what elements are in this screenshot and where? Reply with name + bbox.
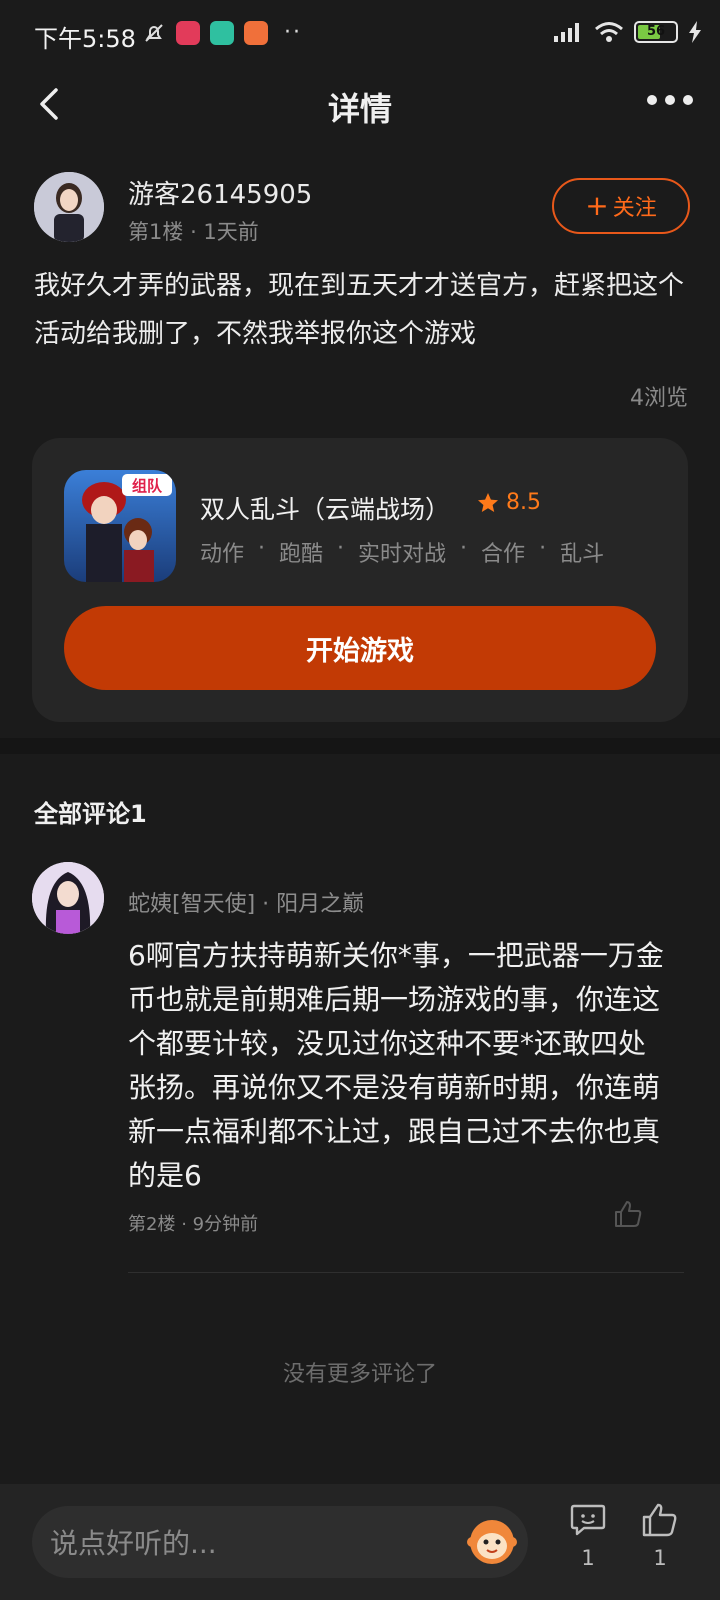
page-title: 详情: [327, 90, 392, 128]
follow-button[interactable]: + 关注: [552, 178, 690, 234]
app-icon-orange: [244, 20, 268, 45]
comment-text: 6啊官方扶持萌新关你*事，一把武器一万金币也就是前期难后期一场游戏的事，你连这个…: [128, 939, 664, 1192]
start-game-button[interactable]: 开始游戏: [64, 606, 656, 690]
post-author-name[interactable]: 游客26145905: [128, 174, 312, 211]
like-action[interactable]: 1: [638, 1502, 682, 1570]
hd-signal-icon: [554, 23, 579, 42]
comment-icon: [570, 1504, 606, 1536]
meta-separator: ·: [181, 1214, 193, 1235]
comment-meta: 第2楼 · 9分钟前: [128, 1210, 258, 1236]
comments-title: 全部评论1: [34, 800, 147, 828]
mascot-emoji-icon[interactable]: [464, 1512, 520, 1568]
battery-icon: 56: [634, 21, 678, 43]
commenter-avatar[interactable]: [32, 862, 104, 934]
post-author-avatar[interactable]: [34, 172, 104, 242]
bell-off-icon: [145, 23, 163, 42]
game-tag: 乱斗: [560, 542, 605, 567]
comment-like-icon[interactable]: [612, 1198, 644, 1230]
status-system-icons: 56: [550, 20, 702, 44]
comment-input[interactable]: 说点好听的...: [32, 1506, 528, 1578]
game-name[interactable]: 双人乱斗（云端战场）: [200, 490, 450, 526]
app-icon-green: [210, 20, 234, 45]
comment-count: 1: [581, 1546, 595, 1570]
tag-separator: ·: [258, 536, 266, 561]
follow-label: 关注: [612, 196, 657, 221]
view-count: 4浏览: [630, 386, 688, 411]
comment-divider: [128, 1272, 684, 1273]
game-icon[interactable]: 组队: [64, 470, 176, 582]
charging-icon: [689, 21, 701, 43]
game-tag: 跑酷: [279, 542, 324, 567]
tag-separator: ·: [539, 536, 547, 561]
game-rating: 8.5: [476, 490, 541, 515]
like-count: 1: [653, 1546, 667, 1570]
battery-level: 56: [646, 24, 666, 39]
game-card[interactable]: 组队 双人乱斗（云端战场） 8.5 动作 · 跑酷 · 实时对战 · 合作 · …: [32, 438, 688, 722]
wifi-icon: [595, 22, 623, 42]
status-time: 下午5:58: [34, 25, 136, 53]
rating-value: 8.5: [506, 490, 541, 515]
section-divider: [0, 738, 720, 754]
post-floor: 第1楼: [128, 220, 184, 244]
no-more-comments: 没有更多评论了: [282, 1362, 437, 1387]
meta-separator: ·: [190, 220, 204, 244]
tag-separator: ·: [460, 536, 468, 561]
game-tags: 动作 · 跑酷 · 实时对战 · 合作 · 乱斗: [200, 536, 604, 568]
comment-time: 9分钟前: [192, 1214, 259, 1235]
app-icon-red: [176, 20, 200, 45]
top-nav: 详情: [0, 70, 720, 140]
commenter-name[interactable]: 蛇姨[智天使] · 阳月之巅: [128, 886, 364, 918]
tag-separator: ·: [337, 536, 345, 561]
more-dots-icon: ··: [284, 20, 302, 45]
more-options-icon[interactable]: [646, 92, 694, 108]
post-content: 我好久才弄的武器，现在到五天才才送官方，赶紧把这个活动给我删了，不然我举报你这个…: [34, 271, 685, 349]
game-tag: 实时对战: [358, 542, 447, 567]
comment-action[interactable]: 1: [566, 1502, 610, 1570]
like-icon: [642, 1503, 677, 1537]
plus-icon: +: [585, 189, 609, 222]
comment-input-placeholder: 说点好听的...: [50, 1527, 217, 1560]
status-notification-icons: ··: [142, 20, 302, 45]
game-tag: 合作: [481, 542, 526, 567]
game-tag: 动作: [200, 542, 245, 567]
post-time: 1天前: [203, 220, 259, 244]
status-bar: 下午5:58 ·· 56: [0, 0, 720, 70]
star-icon: [478, 492, 498, 512]
game-icon-badge: 组队: [132, 477, 163, 495]
comment-floor: 第2楼: [128, 1214, 176, 1235]
post-meta: 第1楼 · 1天前: [128, 216, 259, 246]
bottom-bar: 说点好听的... 1 1: [0, 1484, 720, 1600]
